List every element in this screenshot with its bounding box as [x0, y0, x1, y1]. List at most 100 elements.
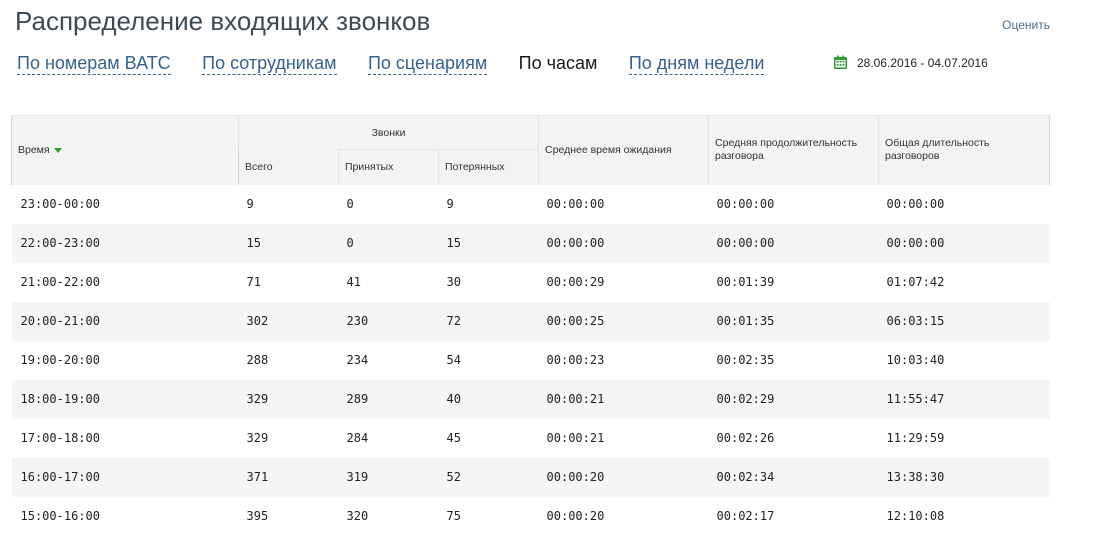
cell-avg-duration: 00:01:35	[708, 301, 879, 341]
cell-avg-wait: 00:00:20	[546, 509, 605, 523]
cell-total: 371	[238, 457, 339, 497]
cell-time: 22:00-23:00	[11, 223, 239, 263]
cell-total: 71	[246, 275, 261, 289]
header-total[interactable]: Всего	[238, 149, 339, 185]
cell-accepted: 234	[346, 353, 369, 367]
header-calls-label: Звонки	[371, 126, 406, 139]
header-accepted-label: Принятых	[345, 161, 394, 174]
cell-accepted: 284	[346, 431, 369, 445]
cell-avg-duration: 00:02:26	[716, 431, 775, 445]
cell-time: 16:00-17:00	[11, 457, 239, 497]
cell-total: 395	[246, 509, 269, 523]
cell-time: 20:00-21:00	[11, 301, 239, 341]
cell-lost: 75	[446, 509, 461, 523]
header-total-duration[interactable]: Общая длительность разговоров	[878, 115, 1051, 185]
cell-avg-wait: 00:00:29	[546, 275, 605, 289]
header-lost-label: Потерянных	[445, 161, 505, 174]
header-lost[interactable]: Потерянных	[437, 149, 539, 185]
cell-time: 15:00-16:00	[20, 509, 100, 523]
cell-lost: 9	[446, 197, 454, 211]
tab-by-vats-numbers[interactable]: По номерам ВАТС	[17, 52, 171, 75]
cell-total: 15	[238, 223, 339, 263]
page-title: Распределение входящих звонков	[15, 6, 431, 36]
cell-total: 329	[238, 379, 339, 419]
cell-total-duration: 01:07:42	[886, 275, 945, 289]
cell-avg-wait: 00:00:21	[538, 379, 709, 419]
cell-time: 21:00-22:00	[20, 275, 100, 289]
cell-lost: 30	[446, 275, 461, 289]
cell-lost: 15	[438, 223, 539, 263]
cell-accepted: 289	[338, 379, 439, 419]
cell-accepted: 41	[346, 275, 361, 289]
cell-total-duration: 11:55:47	[878, 379, 1050, 419]
date-range-picker[interactable]: 28.06.2016 - 04.07.2016	[833, 55, 988, 70]
header-time[interactable]: Время	[11, 115, 239, 185]
cell-avg-duration: 00:02:17	[716, 509, 775, 523]
tab-by-employees[interactable]: По сотрудникам	[202, 52, 337, 75]
cell-total-duration: 10:03:40	[886, 353, 945, 367]
cell-accepted: 0	[338, 223, 439, 263]
table-row: 18:00-19:00 329 289 40 00:00:21 00:02:29…	[11, 379, 1050, 419]
header-avg-wait-label: Среднее время ожидания	[545, 144, 672, 157]
cell-lost: 54	[446, 353, 461, 367]
cell-lost: 72	[438, 301, 539, 341]
table-row: 16:00-17:00 371 319 52 00:00:20 00:02:34…	[11, 457, 1050, 497]
cell-time: 23:00-00:00	[20, 197, 100, 211]
cell-accepted: 320	[346, 509, 369, 523]
header-time-label: Время	[18, 144, 50, 157]
cell-avg-wait: 00:00:20	[538, 457, 709, 497]
cell-avg-wait: 00:00:00	[538, 223, 709, 263]
table-row: 20:00-21:00 302 230 72 00:00:25 00:01:35…	[11, 301, 1050, 341]
header-avg-duration-label: Средняя продолжительность разговора	[715, 137, 858, 162]
cell-avg-duration: 00:02:34	[708, 457, 879, 497]
tab-by-hours[interactable]: По часам	[519, 52, 598, 75]
date-range-value: 28.06.2016 - 04.07.2016	[857, 55, 988, 70]
cell-avg-duration: 00:00:00	[716, 197, 775, 211]
cell-lost: 52	[438, 457, 539, 497]
cell-total-duration: 06:03:15	[878, 301, 1050, 341]
cell-time: 18:00-19:00	[11, 379, 239, 419]
cell-total: 302	[238, 301, 339, 341]
table-row: 17:00-18:00 329 284 45 00:00:21 00:02:26…	[12, 419, 1050, 458]
header-avg-wait[interactable]: Среднее время ожидания	[538, 115, 709, 185]
report-tabs: По номерам ВАТС По сотрудникам По сценар…	[17, 52, 791, 75]
cell-accepted: 0	[346, 197, 354, 211]
cell-total: 9	[246, 197, 254, 211]
cell-lost: 45	[446, 431, 461, 445]
header-total-label: Всего	[245, 161, 273, 173]
header-total-duration-label: Общая длительность разговоров	[885, 137, 990, 162]
cell-total-duration: 12:10:08	[886, 509, 945, 523]
cell-avg-wait: 00:00:23	[546, 353, 605, 367]
cell-avg-duration: 00:02:29	[708, 379, 879, 419]
tab-by-weekdays[interactable]: По дням недели	[628, 52, 765, 75]
cell-total-duration: 00:00:00	[886, 197, 945, 211]
table-row: 19:00-20:00 288 234 54 00:00:23 00:02:35…	[12, 341, 1050, 380]
cell-avg-wait: 00:00:25	[538, 301, 709, 341]
cell-avg-duration: 00:00:00	[708, 223, 879, 263]
table-row: 15:00-16:00 395 320 75 00:00:20 00:02:17…	[12, 497, 1050, 536]
tab-by-scenarios[interactable]: По сценариям	[367, 52, 488, 75]
cell-accepted: 319	[338, 457, 439, 497]
cell-time: 19:00-20:00	[20, 353, 100, 367]
cell-lost: 40	[438, 379, 539, 419]
header-calls-group: Звонки	[237, 115, 539, 150]
cell-total-duration: 13:38:30	[878, 457, 1050, 497]
cell-total-duration: 11:29:59	[886, 431, 945, 445]
cell-avg-wait: 00:00:21	[546, 431, 605, 445]
calendar-icon[interactable]	[833, 55, 848, 70]
cell-accepted: 230	[338, 301, 439, 341]
table-row: 21:00-22:00 71 41 30 00:00:29 00:01:39 0…	[12, 263, 1050, 302]
header-accepted[interactable]: Принятых	[338, 149, 439, 185]
cell-time: 17:00-18:00	[20, 431, 100, 445]
sort-down-icon	[53, 147, 62, 153]
cell-total: 329	[246, 431, 269, 445]
cell-avg-duration: 00:02:35	[716, 353, 775, 367]
rate-link[interactable]: Оценить	[1002, 18, 1050, 32]
cell-avg-duration: 00:01:39	[716, 275, 775, 289]
hourly-calls-table: Время Звонки Среднее время ожидания Сред…	[11, 115, 1051, 536]
table-row: 22:00-23:00 15 0 15 00:00:00 00:00:00 00…	[11, 223, 1050, 263]
cell-total-duration: 00:00:00	[878, 223, 1050, 263]
header-avg-duration[interactable]: Средняя продолжительность разговора	[708, 115, 879, 185]
cell-avg-wait: 00:00:00	[546, 197, 605, 211]
cell-total: 288	[246, 353, 269, 367]
